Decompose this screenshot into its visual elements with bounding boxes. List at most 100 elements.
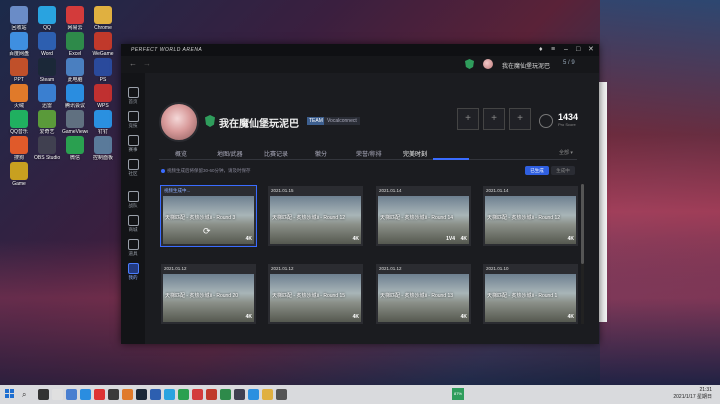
tab-points[interactable]: 徽分 <box>315 149 327 158</box>
filter-all-dropdown[interactable]: 全部 ▾ <box>559 149 573 156</box>
tab-maps-weapons[interactable]: 地图/武器 <box>217 149 243 158</box>
desktop-icon[interactable]: GameViewer <box>62 110 88 135</box>
taskbar-app-icon[interactable] <box>66 389 77 400</box>
desktop-icon[interactable]: 回收站 <box>6 6 32 31</box>
forward-icon[interactable]: → <box>143 59 151 68</box>
tab-overview[interactable]: 概览 <box>175 149 187 158</box>
tab-perfect-moments[interactable]: 完美时刻 <box>403 149 427 158</box>
clip-card[interactable]: 2021.01.12 天梯匹配 - 炙热沙城Ⅱ - Round 20 4K <box>161 264 256 324</box>
clip-date: 视频生成中... <box>164 188 191 193</box>
taskbar-app-icon[interactable] <box>192 389 203 400</box>
taskbar: ⌕ 87% 21:31 2021/1/17 星期日 <box>0 385 720 404</box>
taskbar-app-icon[interactable] <box>94 389 105 400</box>
desktop-icon[interactable]: WPS <box>90 84 116 109</box>
sidebar-item-home[interactable]: 首页 <box>123 87 143 104</box>
taskbar-app-icon[interactable] <box>220 389 231 400</box>
scrollbar-thumb[interactable] <box>581 184 584 264</box>
nav-username[interactable]: 我在魔仙堡玩泥巴 <box>502 61 550 70</box>
badge-slot-3[interactable]: + <box>509 108 531 130</box>
search-icon[interactable]: ⌕ <box>22 390 26 400</box>
message-count[interactable]: 5 / 9 <box>563 60 575 66</box>
sidebar-item-team[interactable]: 战队 <box>123 191 143 208</box>
taskbar-app-icon[interactable] <box>276 389 287 400</box>
sidebar-item-community[interactable]: 社区 <box>123 159 143 176</box>
back-icon[interactable]: ← <box>129 59 137 68</box>
sidebar-item-items[interactable]: 道具 <box>123 239 143 256</box>
filter-generating-button[interactable]: 生成中 <box>551 166 575 175</box>
minimize-button[interactable]: – <box>564 45 568 55</box>
sidebar-item-compete[interactable]: 竞技 <box>123 111 143 128</box>
sidebar-item-events[interactable]: 赛事 <box>123 135 143 152</box>
taskbar-app-icon[interactable] <box>248 389 259 400</box>
desktop-icon[interactable]: Word <box>34 32 60 57</box>
taskbar-app-icon[interactable] <box>108 389 119 400</box>
tab-honors[interactable]: 荣誉/称排 <box>356 149 382 158</box>
desktop-icon[interactable]: 微信 <box>62 136 88 161</box>
taskbar-app-icon[interactable] <box>178 389 189 400</box>
sidebar-item-mine[interactable]: 我的 <box>123 263 143 280</box>
clip-card[interactable]: 视频生成中... 天梯匹配 - 炙热沙城Ⅱ - Round 3 ⟳ 4K <box>160 185 257 247</box>
desktop-icon[interactable]: Game <box>6 162 32 187</box>
desktop-icon[interactable]: 火绒 <box>6 84 32 109</box>
badge-slot-2[interactable]: + <box>483 108 505 130</box>
pro-score-label: Pro Score <box>558 122 576 127</box>
avatar[interactable] <box>483 59 493 69</box>
taskbar-app-icon[interactable] <box>122 389 133 400</box>
clip-thumbnail[interactable]: 天梯匹配 - 炙热沙城Ⅱ - Round 20 4K <box>163 274 254 322</box>
clip-thumbnail[interactable]: 天梯匹配 - 炙热沙城Ⅱ - Round 12 4K <box>270 196 361 244</box>
notification-icon[interactable]: ♦ <box>539 45 543 55</box>
desktop-icon[interactable]: PS <box>90 58 116 83</box>
desktop-icon[interactable]: 搜狗 <box>6 136 32 161</box>
taskbar-app-icon[interactable] <box>136 389 147 400</box>
taskbar-app-icon[interactable] <box>164 389 175 400</box>
clip-card[interactable]: 2021.01.14 天梯匹配 - 炙热沙城Ⅱ - Round 12 4K <box>483 186 578 246</box>
clip-card[interactable]: 2021.01.10 天梯匹配 - 炙热沙城Ⅱ - Round 1 4K <box>483 264 578 324</box>
clip-card[interactable]: 2021.01.15 天梯匹配 - 炙热沙城Ⅱ - Round 12 4K <box>268 186 363 246</box>
desktop-icon[interactable]: 控制面板 <box>90 136 116 161</box>
clip-thumbnail[interactable]: 天梯匹配 - 炙热沙城Ⅱ - Round 15 4K <box>270 274 361 322</box>
desktop-icon[interactable]: 腾讯会议 <box>62 84 88 109</box>
clip-thumbnail[interactable]: 天梯匹配 - 炙热沙城Ⅱ - Round 14 1V4 4K <box>378 196 469 244</box>
desktop-icon[interactable]: 百度网盘 <box>6 32 32 57</box>
clip-card[interactable]: 2021.01.14 天梯匹配 - 炙热沙城Ⅱ - Round 14 1V4 4K <box>376 186 471 246</box>
desktop-icon[interactable]: Excel <box>62 32 88 57</box>
desktop-icon[interactable]: 迅雷 <box>34 84 60 109</box>
clip-thumbnail[interactable]: 天梯匹配 - 炙热沙城Ⅱ - Round 3 ⟳ 4K <box>163 196 254 244</box>
taskbar-app-icon[interactable] <box>262 389 273 400</box>
desktop-icon[interactable]: WeGame <box>90 32 116 57</box>
close-button[interactable]: ✕ <box>588 45 594 55</box>
taskbar-app-icon[interactable] <box>38 389 49 400</box>
desktop-icon[interactable]: 网易云 <box>62 6 88 31</box>
sidebar-item-shop[interactable]: 商城 <box>123 215 143 232</box>
taskbar-app-icon[interactable] <box>206 389 217 400</box>
windows-start-icon[interactable] <box>5 389 15 399</box>
clip-thumbnail[interactable]: 天梯匹配 - 炙热沙城Ⅱ - Round 13 4K <box>378 274 469 322</box>
scrollbar[interactable] <box>581 184 584 324</box>
desktop-icon[interactable]: QQ音乐 <box>6 110 32 135</box>
profile-avatar[interactable] <box>159 102 199 142</box>
desktop-icon[interactable]: QQ <box>34 6 60 31</box>
desktop-icon[interactable]: PPT <box>6 58 32 83</box>
clip-card[interactable]: 2021.01.12 天梯匹配 - 炙热沙城Ⅱ - Round 13 4K <box>376 264 471 324</box>
clip-card[interactable]: 2021.01.12 天梯匹配 - 炙热沙城Ⅱ - Round 15 4K <box>268 264 363 324</box>
taskbar-app-icon[interactable] <box>52 389 63 400</box>
taskbar-app-icon[interactable] <box>80 389 91 400</box>
maximize-button[interactable]: □ <box>576 45 580 55</box>
taskbar-app-icon[interactable] <box>234 389 245 400</box>
clip-thumbnail[interactable]: 天梯匹配 - 炙热沙城Ⅱ - Round 12 4K <box>485 196 576 244</box>
clock[interactable]: 21:31 2021/1/17 星期日 <box>672 387 712 401</box>
taskbar-app-icon[interactable] <box>150 389 161 400</box>
clip-thumbnail[interactable]: 天梯匹配 - 炙热沙城Ⅱ - Round 1 4K <box>485 274 576 322</box>
filter-generated-button[interactable]: 已生成 <box>525 166 549 175</box>
settings-icon[interactable]: ≡ <box>551 45 555 55</box>
team-name[interactable]: Vocalconnect <box>324 117 360 125</box>
desktop-icon[interactable]: Chrome <box>90 6 116 31</box>
desktop-icon[interactable]: OBS Studio <box>34 136 60 161</box>
tab-match-history[interactable]: 比赛记录 <box>264 149 288 158</box>
desktop-icon[interactable]: 爱奇艺 <box>34 110 60 135</box>
badge-slot-1[interactable]: + <box>457 108 479 130</box>
desktop-icon[interactable]: 此电脑 <box>62 58 88 83</box>
battery-indicator[interactable]: 87% <box>452 388 464 400</box>
desktop-icon[interactable]: Steam <box>34 58 60 83</box>
desktop-icon[interactable]: 钉钉 <box>90 110 116 135</box>
